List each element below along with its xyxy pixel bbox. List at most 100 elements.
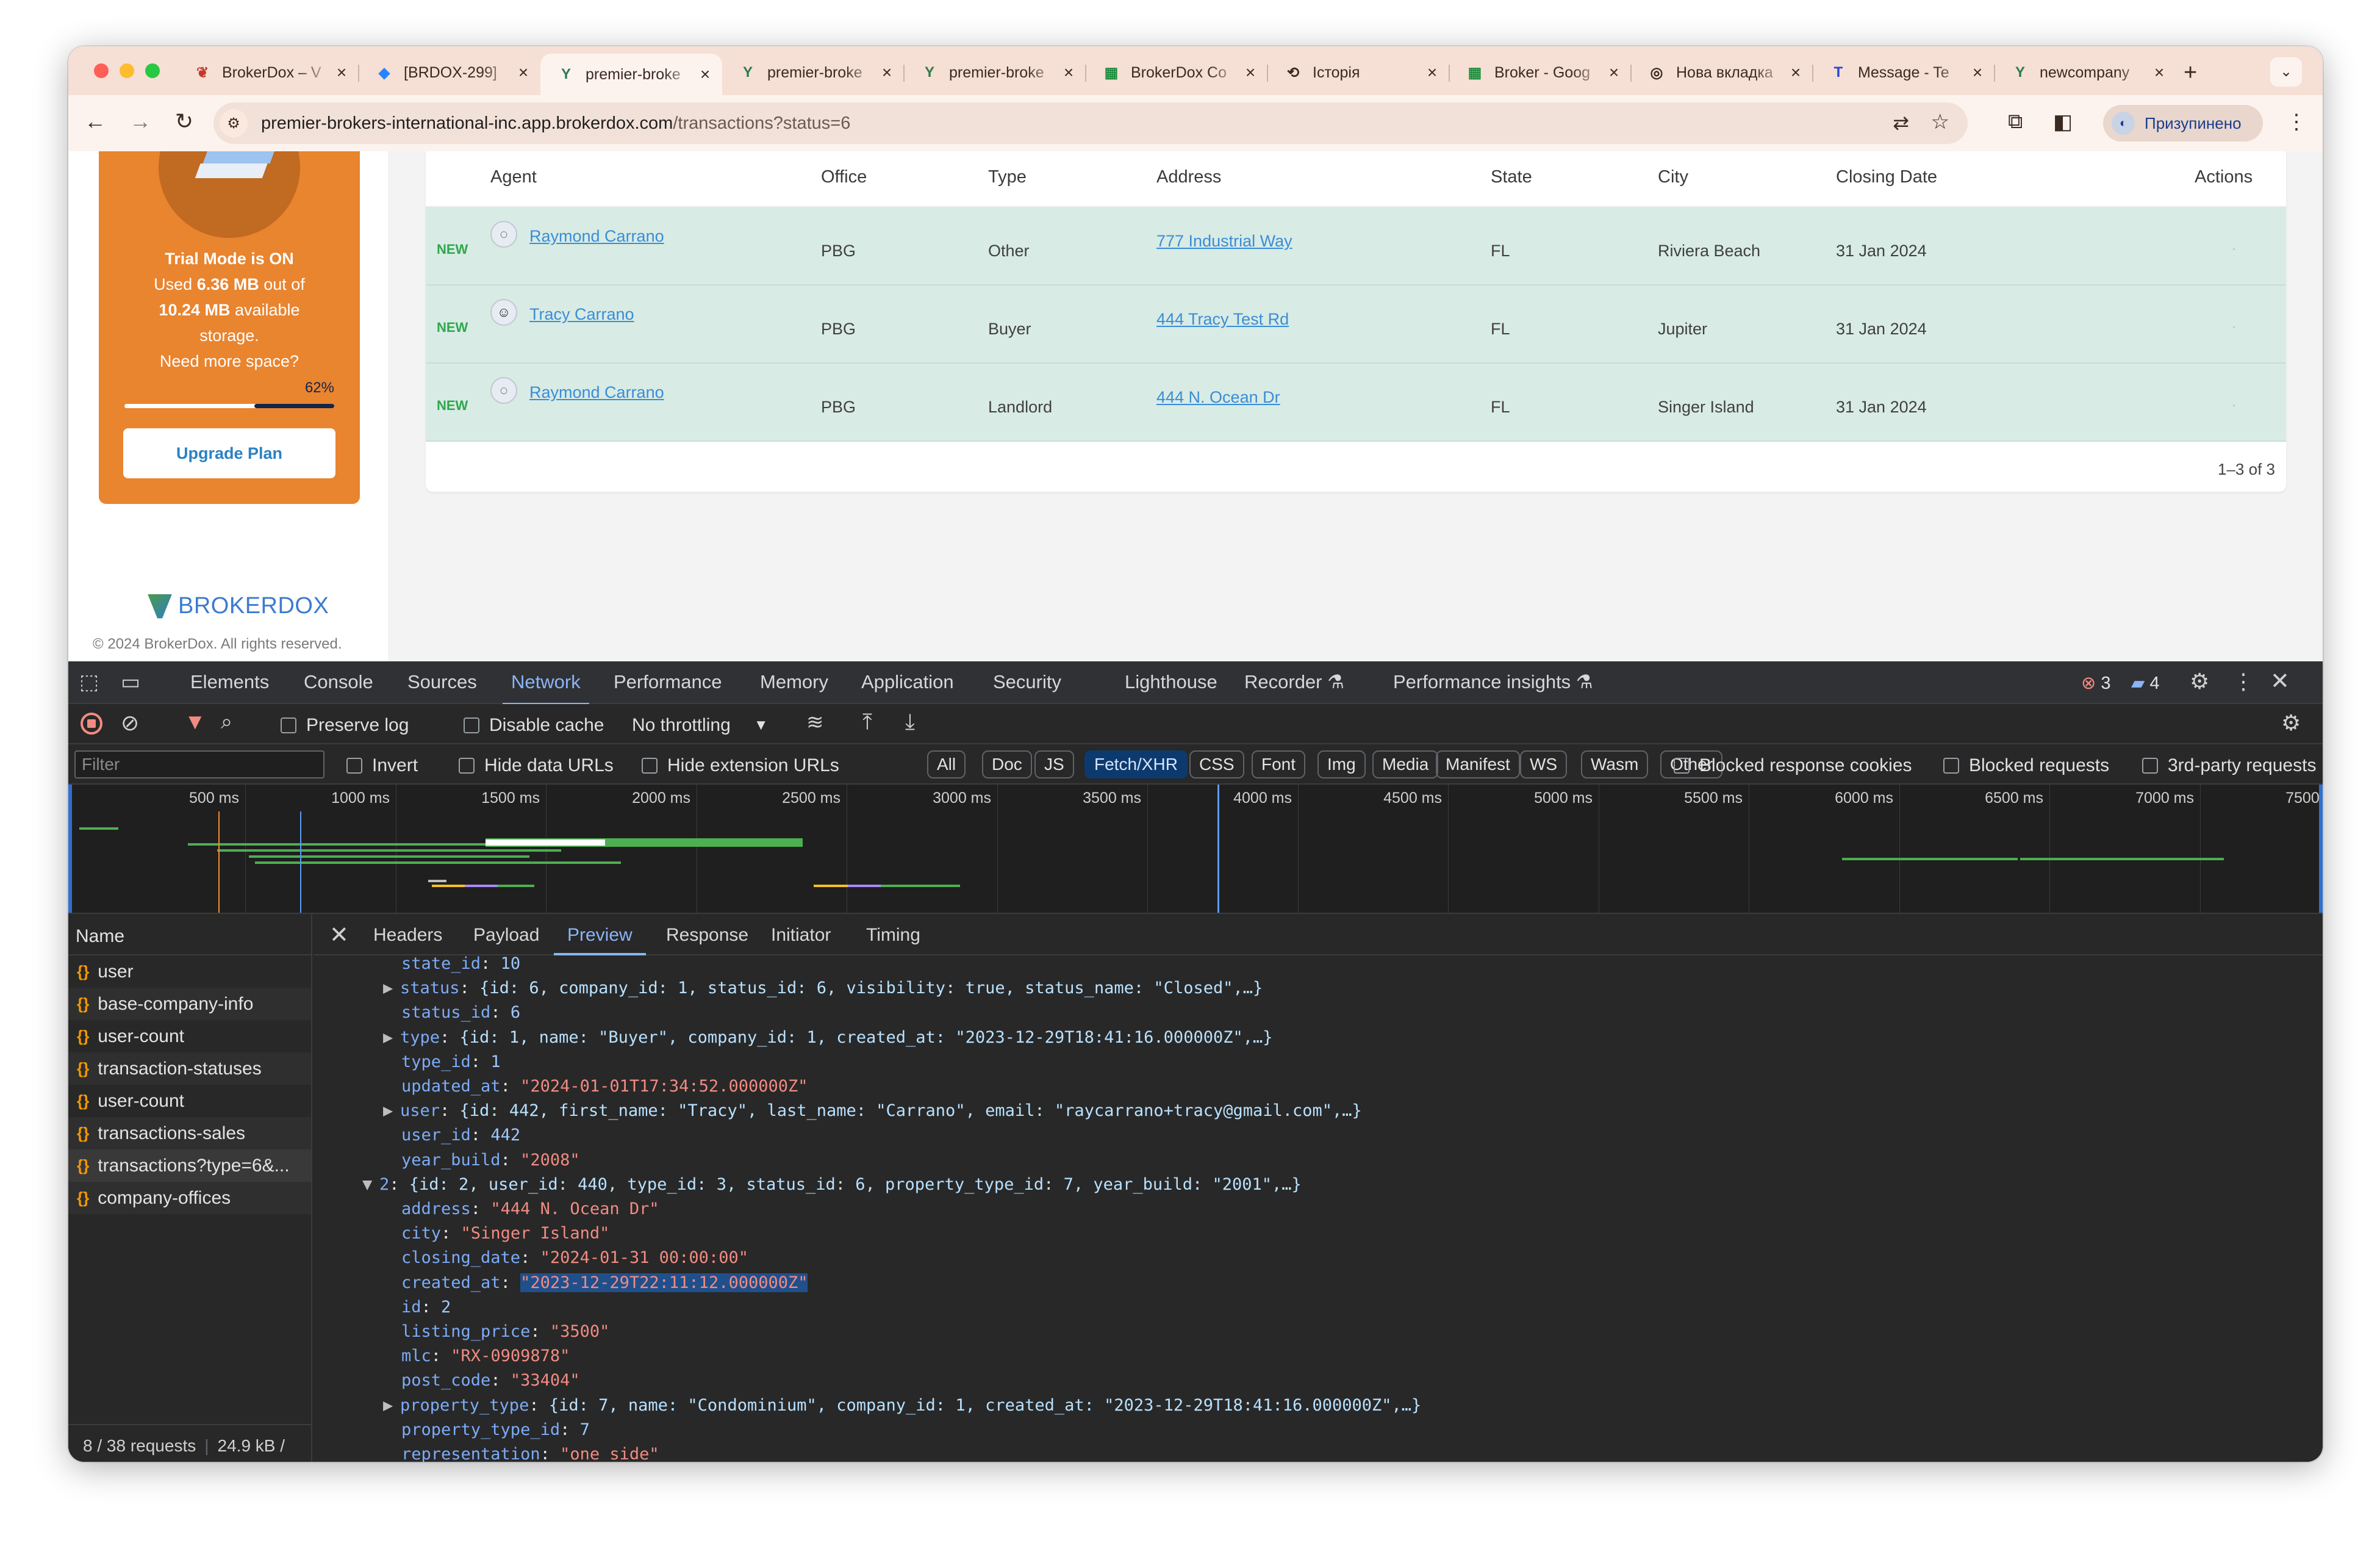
json-line[interactable]: id: 2 (401, 1295, 451, 1320)
close-tab-icon[interactable]: × (697, 65, 714, 84)
json-line[interactable]: city: "Singer Island" (401, 1221, 609, 1246)
request-row[interactable]: {} user-count (68, 1085, 311, 1117)
type-filter-doc[interactable]: Doc (982, 750, 1032, 778)
close-window-button[interactable] (94, 63, 109, 78)
type-filter-ws[interactable]: WS (1520, 750, 1568, 778)
close-tab-icon[interactable]: × (1969, 63, 1986, 82)
expand-triangle-icon[interactable]: ▶ (383, 976, 400, 1001)
col-city[interactable]: City (1658, 167, 1688, 187)
profile-button[interactable]: ◐ Призупинено (2103, 105, 2263, 142)
close-tab-icon[interactable]: × (2151, 63, 2168, 82)
col-closing-date[interactable]: Closing Date (1836, 167, 1937, 187)
url-text[interactable]: premier-brokers-international-inc.app.br… (261, 113, 850, 134)
devtools-more-icon[interactable]: ⋮ (2232, 669, 2254, 694)
table-row[interactable]: NEW ☺ Tracy Carrano PBG Buyer 444 Tracy … (426, 286, 2286, 364)
devtools-tab-elements[interactable]: Elements (190, 671, 269, 693)
blocked-requests-checkbox[interactable]: Blocked requests (1943, 755, 2109, 776)
devtools-settings-icon[interactable]: ⚙ (2190, 669, 2209, 694)
json-line[interactable]: ▼ 2: {id: 2, user_id: 440, type_id: 3, st… (362, 1173, 1302, 1197)
expand-triangle-icon[interactable]: ▶ (383, 1393, 400, 1418)
detail-tab-timing[interactable]: Timing (866, 925, 920, 946)
browser-tab-5[interactable]: ▦ BrokerDox Co × (1086, 55, 1267, 90)
request-row[interactable]: {} company-offices (68, 1182, 311, 1214)
json-line[interactable]: mlc: "RX-0909878" (401, 1344, 570, 1368)
col-type[interactable]: Type (988, 167, 1027, 187)
devtools-tab-console[interactable]: Console (304, 671, 373, 693)
disable-cache-checkbox[interactable]: Disable cache (464, 715, 604, 736)
json-preview[interactable]: state_id: 10 ▶ status: {id: 6, company_id:… (314, 955, 2323, 1462)
errors-badge[interactable]: ⊗ 3 (2081, 672, 2111, 694)
browser-tab-0[interactable]: ❦ BrokerDox – V × (177, 55, 359, 90)
col-address[interactable]: Address (1156, 167, 1221, 187)
browser-tab-2[interactable]: Y premier-broke × (540, 54, 722, 95)
json-line[interactable]: address: "444 N. Ocean Dr" (401, 1197, 659, 1221)
export-har-icon[interactable]: ⤓ (905, 709, 915, 735)
agent-link[interactable]: Tracy Carrano (529, 305, 634, 324)
type-filter-fetch-xhr[interactable]: Fetch/XHR (1084, 750, 1188, 778)
browser-tab-4[interactable]: Y premier-broke × (904, 55, 1086, 90)
devtools-tab-performance-insights[interactable]: Performance insights ⚗ (1393, 671, 1593, 693)
json-line[interactable]: closing_date: "2024-01-31 00:00:00" (401, 1246, 748, 1270)
browser-tab-3[interactable]: Y premier-broke × (722, 55, 904, 90)
bookmark-star-icon[interactable]: ☆ (1931, 110, 1949, 134)
row-actions-icon[interactable]: · (2231, 317, 2237, 336)
row-actions-icon[interactable]: · (2231, 395, 2237, 414)
third-party-checkbox[interactable]: 3rd-party requests (2142, 755, 2316, 776)
record-stop-icon[interactable] (81, 713, 102, 735)
type-filter-manifest[interactable]: Manifest (1436, 750, 1520, 778)
address-link[interactable]: 444 Tracy Test Rd (1156, 310, 1289, 329)
device-toolbar-icon[interactable]: ▭ (121, 670, 140, 694)
site-info-icon[interactable]: ⚙ (220, 109, 248, 137)
reload-button[interactable]: ↻ (170, 109, 199, 134)
messages-badge[interactable]: ▰ 4 (2131, 672, 2160, 694)
close-tab-icon[interactable]: × (1242, 63, 1259, 82)
network-settings-icon[interactable]: ⚙ (2281, 710, 2301, 736)
json-line[interactable]: listing_price: "3500" (401, 1320, 609, 1344)
detail-tab-preview[interactable]: Preview (554, 925, 646, 955)
close-tab-icon[interactable]: × (515, 63, 532, 82)
type-filter-font[interactable]: Font (1252, 750, 1306, 778)
browser-tab-9[interactable]: T Message - Te × (1813, 55, 1995, 90)
agent-link[interactable]: Raymond Carrano (529, 383, 664, 402)
type-filter-css[interactable]: CSS (1189, 750, 1244, 778)
json-line[interactable]: state_id: 10 (401, 955, 520, 976)
close-tab-icon[interactable]: × (333, 63, 350, 82)
extensions-icon[interactable]: ⧉ (2008, 110, 2023, 134)
table-row[interactable]: NEW ◌ Raymond Carrano PBG Landlord 444 N… (426, 364, 2286, 442)
blocked-cookies-checkbox[interactable]: Blocked response cookies (1674, 755, 1912, 776)
col-office[interactable]: Office (821, 167, 867, 187)
json-line[interactable]: status_id: 6 (401, 1001, 520, 1025)
network-conditions-icon[interactable]: ≋ (806, 710, 824, 735)
devtools-close-icon[interactable]: ✕ (2270, 667, 2290, 695)
devtools-tab-application[interactable]: Application (861, 671, 954, 693)
detail-tab-initiator[interactable]: Initiator (771, 925, 831, 946)
address-link[interactable]: 444 N. Ocean Dr (1156, 388, 1280, 407)
type-filter-js[interactable]: JS (1034, 750, 1074, 778)
address-bar[interactable]: ⚙ premier-brokers-international-inc.app.… (213, 102, 1968, 144)
name-column-header[interactable]: Name (68, 914, 311, 955)
hide-extension-urls-checkbox[interactable]: Hide extension URLs (642, 755, 839, 776)
json-line[interactable]: representation: "one_side" (401, 1442, 659, 1462)
devtools-tab-performance[interactable]: Performance (614, 671, 722, 693)
translate-icon[interactable]: ⇄ (1893, 111, 1909, 134)
browser-tab-10[interactable]: Y newcompany × (1995, 55, 2176, 90)
json-line[interactable]: type_id: 1 (401, 1050, 501, 1074)
clear-icon[interactable]: ⊘ (121, 710, 139, 736)
close-tab-icon[interactable]: × (1787, 63, 1804, 82)
row-actions-icon[interactable]: · (2231, 239, 2237, 258)
tab-search-button[interactable]: ⌄ (2270, 57, 2302, 87)
col-state[interactable]: State (1491, 167, 1532, 187)
devtools-tab-network[interactable]: Network (503, 671, 589, 705)
json-line[interactable]: created_at: "2023-12-29T22:11:12.000000Z… (401, 1271, 808, 1295)
import-har-icon[interactable]: ⤒ (862, 709, 872, 735)
detail-tab-payload[interactable]: Payload (473, 925, 539, 946)
side-panel-icon[interactable]: ◧ (2053, 110, 2073, 134)
devtools-tab-recorder[interactable]: Recorder ⚗ (1244, 671, 1344, 693)
browser-tab-6[interactable]: ⟲ Історія × (1267, 55, 1449, 90)
filter-input[interactable]: Filter (74, 750, 324, 778)
devtools-tab-security[interactable]: Security (993, 671, 1061, 693)
browser-tab-8[interactable]: ◎ Нова вкладка × (1631, 55, 1813, 90)
json-line[interactable]: ▶ property_type: {id: 7, name: "Condomini… (383, 1393, 1421, 1418)
devtools-tab-memory[interactable]: Memory (760, 671, 828, 693)
json-line[interactable]: ▶ status: {id: 6, company_id: 1, status_i… (383, 976, 1263, 1001)
